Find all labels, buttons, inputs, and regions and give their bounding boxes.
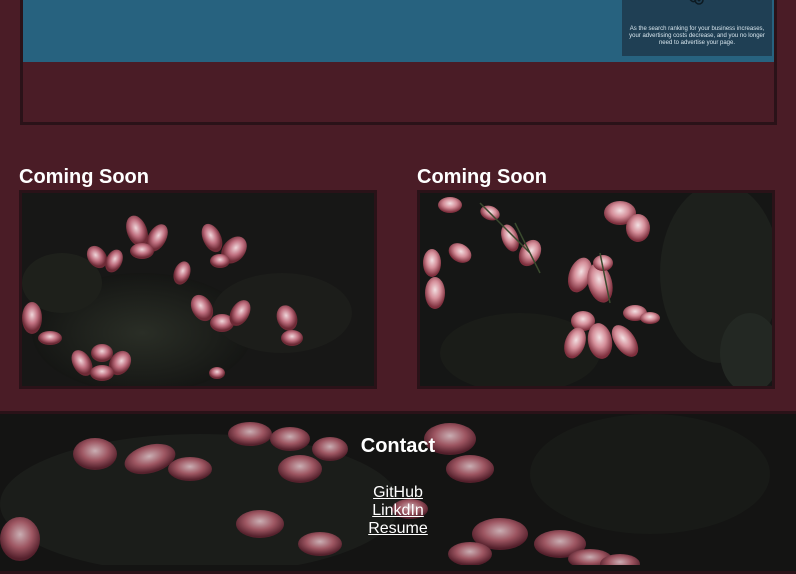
contact-heading: Contact — [360, 435, 436, 457]
gears-icon — [689, 0, 704, 5]
project-banner-image: As the search ranking for your business … — [23, 0, 774, 62]
linkedin-link[interactable]: LinkdIn — [0, 502, 796, 520]
project-title: Coming Soon — [19, 166, 149, 188]
top-project-card[interactable]: As the search ranking for your business … — [20, 0, 777, 125]
banner-caption: As the search ranking for your business … — [629, 26, 765, 46]
project-title: Coming Soon — [417, 166, 547, 188]
contact-section: Contact GitHub LinkdIn Resume — [0, 434, 796, 538]
flower-photo — [22, 193, 374, 386]
flower-photo — [420, 193, 772, 386]
project-image[interactable] — [19, 190, 377, 389]
project-card-2[interactable]: Coming Soon — [417, 166, 775, 389]
banner-thumbnail: As the search ranking for your business … — [622, 0, 772, 56]
contact-footer: Contact GitHub LinkdIn Resume — [0, 411, 796, 574]
github-link[interactable]: GitHub — [0, 484, 796, 502]
resume-link[interactable]: Resume — [0, 520, 796, 538]
project-image[interactable] — [417, 190, 775, 389]
project-card-1[interactable]: Coming Soon — [19, 166, 377, 389]
